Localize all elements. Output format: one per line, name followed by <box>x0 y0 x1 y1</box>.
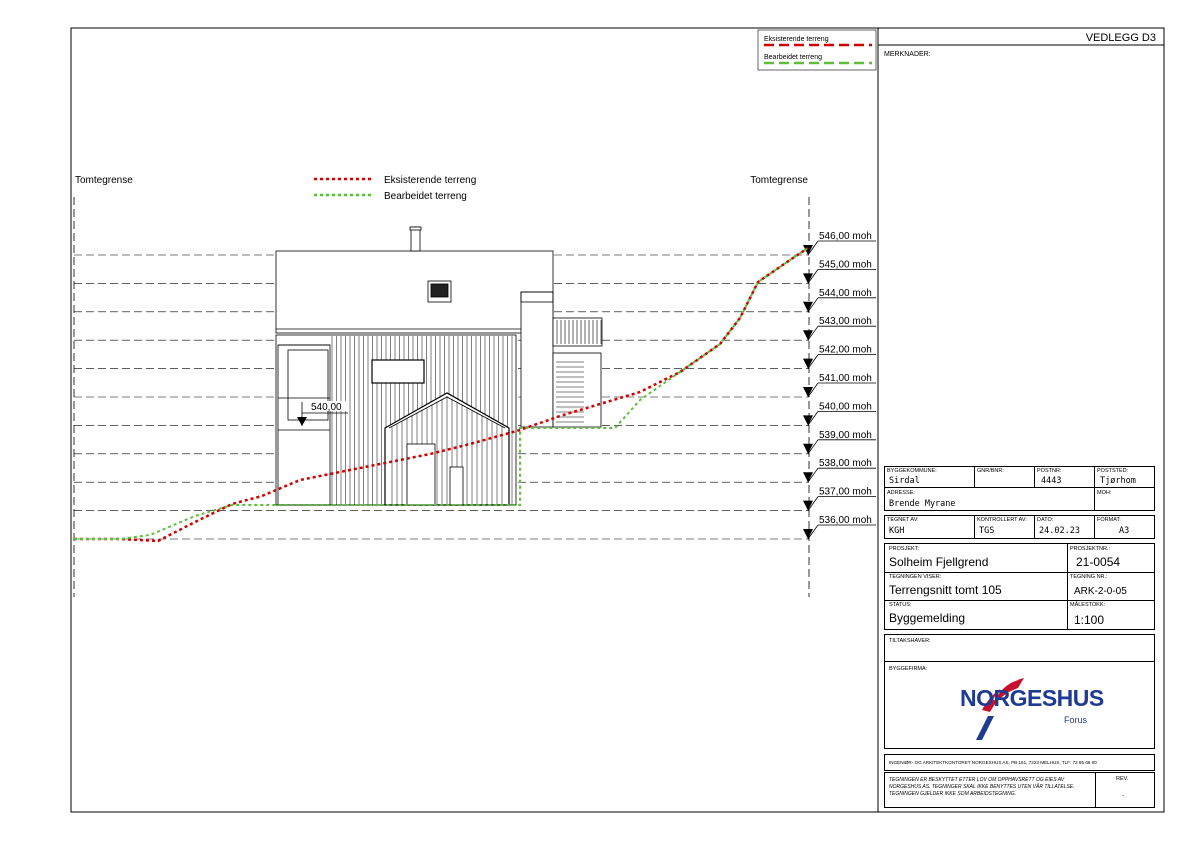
status-value: Byggemelding <box>889 611 966 625</box>
remarks-label: MERKNADER: <box>884 51 931 58</box>
format-label: FORMAT: <box>1097 517 1121 523</box>
projnr-label: PROSJEKTNR.: <box>1070 546 1111 552</box>
elevation-label: 546,00 moh <box>819 231 872 242</box>
small-legend-modified-label: Bearbeidet terreng <box>764 54 822 61</box>
municipality-value: Sirdal <box>889 476 920 486</box>
gnr-label: GNR/BNR: <box>977 468 1004 474</box>
elevation-label: 538,00 moh <box>819 458 872 469</box>
scale-label: MÅLESTOKK: <box>1070 602 1106 608</box>
boundary-right-label: Tomtegrense <box>750 175 808 186</box>
address-value: Brende Myrane <box>889 499 956 509</box>
builder-label: BYGGEFIRMA: <box>889 666 928 672</box>
small-legend: Eksisterende terreng Bearbeidet terreng <box>757 29 877 71</box>
project-value: Solheim Fjellgrend <box>889 555 989 569</box>
floor-level-value: 540,00 <box>311 402 342 413</box>
stair-tower <box>520 291 554 428</box>
copyright-note: TEGNINGEN ER BESKYTTET ETTER LOV OM OPPH… <box>889 777 1075 797</box>
rev-label: REV. <box>1116 776 1129 782</box>
date-value: 24.02.23 <box>1039 526 1080 536</box>
rev-value: . <box>1122 789 1125 798</box>
wall-window <box>371 359 425 384</box>
drawn-value: KGH <box>889 526 905 536</box>
elevation-label: 542,00 moh <box>819 345 872 356</box>
address-label: ADRESSE: <box>887 490 915 496</box>
elevation-label: 540,00 moh <box>819 401 872 412</box>
format-value: A3 <box>1119 526 1130 536</box>
legend-existing-label: Eksisterende terreng <box>384 175 476 186</box>
chimney <box>410 226 421 252</box>
project-label: PROSJEKT: <box>889 546 919 552</box>
elevation-label: 536,00 moh <box>819 515 872 526</box>
logo-subtext: Forus <box>1064 715 1088 725</box>
municipality-label: BYGGEKOMMUNE: <box>887 468 937 474</box>
attachment-title: VEDLEGG D3 <box>1086 32 1156 44</box>
drawing-legend: Eksisterende terreng Bearbeidet terreng <box>314 175 476 202</box>
elevation-label: 543,00 moh <box>819 316 872 327</box>
drawnr-label: TEGNING NR.: <box>1070 574 1108 580</box>
title-block: BYGGEKOMMUNE: Sirdal GNR/BNR: POSTNR: 44… <box>884 466 1155 808</box>
roof <box>275 250 554 334</box>
boundary-left-label: Tomtegrense <box>75 175 133 186</box>
checked-value: TGS <box>979 526 995 536</box>
office-info: INGENIØR- OG ARKITEKTKONTORET NORGESHUS … <box>889 760 1097 765</box>
elevation-label: 544,00 moh <box>819 288 872 299</box>
poststed-value: Tjørhom <box>1100 476 1136 486</box>
elevation-label: 537,00 moh <box>819 487 872 498</box>
shows-value: Terrengsnitt tomt 105 <box>889 583 1002 597</box>
drawnr-value: ARK-2-0-05 <box>1074 586 1127 597</box>
logo-text: NORGESHUS <box>960 685 1104 711</box>
small-legend-existing-label: Eksisterende terreng <box>764 36 829 43</box>
moh-label: MOH: <box>1097 490 1112 496</box>
postnr-value: 4443 <box>1041 476 1062 486</box>
status-label: STATUS: <box>889 602 912 608</box>
elevation-label: 539,00 moh <box>819 430 872 441</box>
elevation-label: 545,00 moh <box>819 259 872 270</box>
building-elevation <box>275 226 603 506</box>
date-label: DATO: <box>1037 517 1054 523</box>
checked-label: KONTROLLERT AV: <box>977 517 1027 523</box>
side-door <box>449 466 464 506</box>
projnr-value: 21-0054 <box>1076 555 1121 569</box>
postnr-label: POSTNR: <box>1037 468 1062 474</box>
shows-label: TEGNINGEN VISER: <box>889 574 942 580</box>
scale-value: 1:100 <box>1074 613 1105 627</box>
owner-label: TILTAKSHAVER: <box>889 638 931 644</box>
legend-modified-label: Bearbeidet terreng <box>384 191 467 202</box>
poststed-label: POSTSTED: <box>1097 468 1129 474</box>
elevation-label: 541,00 moh <box>819 373 872 384</box>
drawn-label: TEGNET AV: <box>887 517 919 523</box>
